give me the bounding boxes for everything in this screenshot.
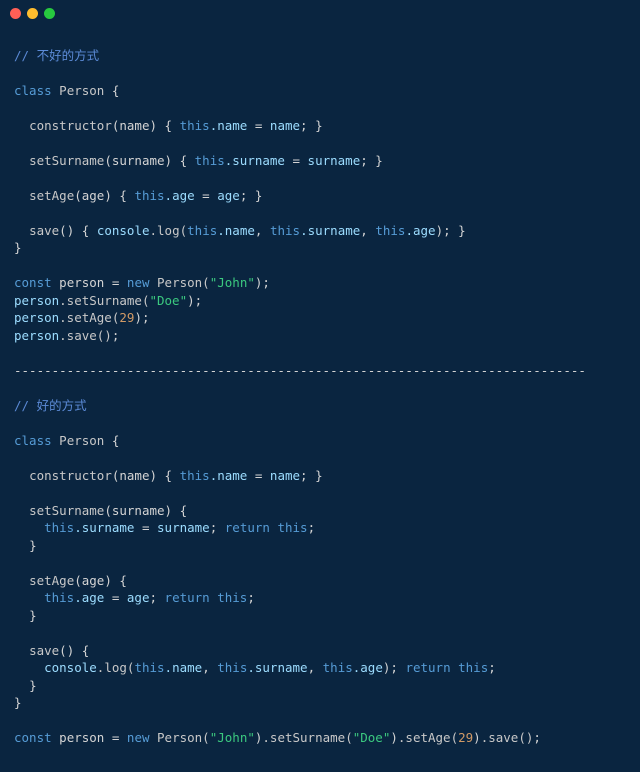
save-method: save	[29, 223, 59, 238]
class-keyword: class	[14, 83, 52, 98]
constructor: constructor	[29, 118, 112, 133]
class-name: Person	[59, 83, 104, 98]
divider: ----------------------------------------…	[14, 363, 586, 378]
comment-good: // 好的方式	[14, 398, 87, 413]
setSurname-method: setSurname	[29, 153, 104, 168]
code-editor: // 不好的方式 class Person { constructor(name…	[0, 23, 640, 761]
maximize-icon[interactable]	[44, 8, 55, 19]
comment-bad: // 不好的方式	[14, 48, 99, 63]
close-icon[interactable]	[10, 8, 21, 19]
window-controls	[0, 0, 640, 23]
setAge-method: setAge	[29, 188, 74, 203]
minimize-icon[interactable]	[27, 8, 38, 19]
